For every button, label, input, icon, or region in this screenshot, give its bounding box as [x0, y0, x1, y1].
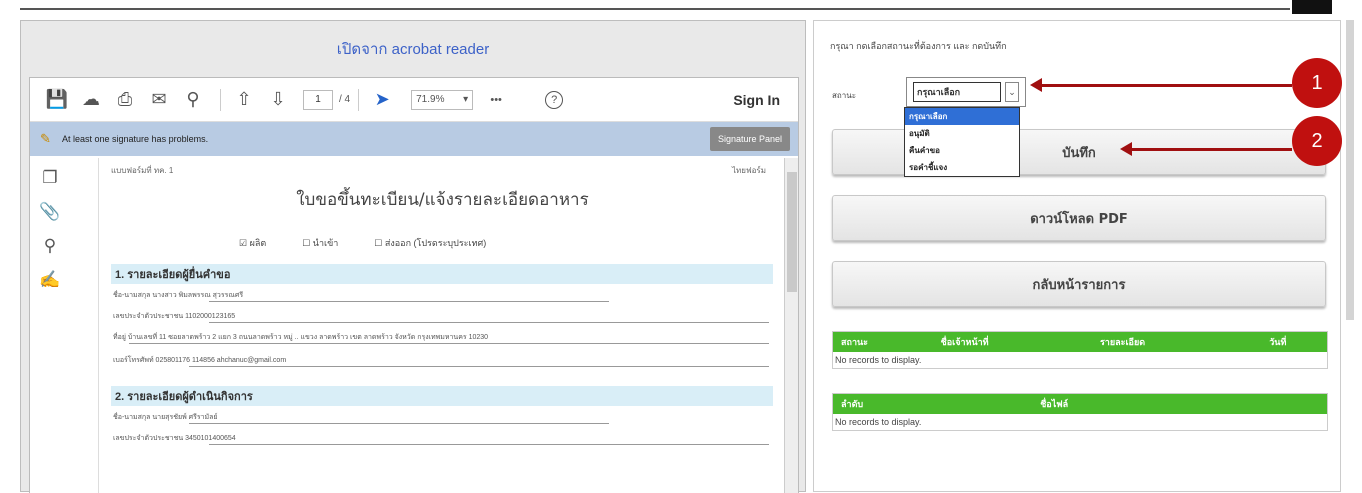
pdf-page: แบบฟอร์มที่ ทค. 1 ไทยฟอร์ม ใบขอขึ้นทะเบี… — [98, 158, 786, 493]
page-down-icon[interactable]: ⇩ — [263, 85, 293, 115]
cursor-icon[interactable]: ➤ — [367, 85, 397, 115]
check-export: ☐ ส่งออก (โปรดระบุประเทศ) — [374, 238, 487, 248]
status-option[interactable]: กรุณาเลือก — [905, 108, 1019, 125]
check-import: ☐ นำเข้า — [302, 238, 339, 248]
annotation-marker-1: 1 — [1292, 58, 1342, 108]
status-panel: กรุณา กดเลือกสถานะที่ต้องการ และ กดบันทึ… — [813, 20, 1341, 492]
download-pdf-button[interactable]: ดาวน์โหลด PDF — [832, 195, 1326, 241]
page-scrollbar[interactable] — [1346, 20, 1354, 320]
top-divider — [20, 8, 1290, 10]
doc-line: ที่อยู่ บ้านเลขที่ 11 ซอยลาดพร้าว 2 แยก … — [113, 334, 489, 341]
page-number-input[interactable]: 1 — [303, 89, 333, 110]
left-panel-title: เปิดจาก acrobat reader — [336, 41, 490, 58]
status-option[interactable]: คืนคำขอ — [905, 142, 1019, 159]
signature-warning-bar: ✎ At least one signature has problems. S… — [30, 122, 798, 156]
acrobat-toolbar: 💾 ☁ ⎙ ✉ ⚲ ⇧ ⇩ 1 / 4 ➤ 71.9% ▾ ••• ? Sign… — [30, 78, 798, 122]
mail-icon[interactable]: ✉ — [144, 85, 174, 115]
annotation-arrowhead-1 — [1030, 78, 1042, 92]
doc-underline — [209, 322, 769, 323]
pdf-scroll-thumb[interactable] — [787, 172, 797, 292]
signature-warning-icon: ✎ — [40, 131, 51, 146]
history-grid-empty: No records to display. — [835, 355, 922, 365]
files-grid: ลำดับ ชื่อไฟล์ No records to display. — [832, 393, 1328, 431]
instruction-text: กรุณา กดเลือกสถานะที่ต้องการ และ กดบันทึ… — [830, 41, 1007, 51]
signature-panel-button[interactable]: Signature Panel — [709, 127, 790, 151]
acrobat-viewer: 💾 ☁ ⎙ ✉ ⚲ ⇧ ⇩ 1 / 4 ➤ 71.9% ▾ ••• ? Sign… — [29, 77, 799, 493]
doc-underline — [129, 343, 769, 344]
grid-col-no[interactable]: ลำดับ — [833, 397, 1032, 411]
corner-block — [1292, 0, 1332, 14]
grid-col-officer[interactable]: ชื่อเจ้าหน้าที่ — [933, 335, 1092, 349]
pdf-scrollbar[interactable] — [784, 158, 798, 493]
sign-in-link[interactable]: Sign In — [733, 92, 780, 108]
annotation-marker-2: 2 — [1292, 116, 1342, 166]
help-icon[interactable]: ? — [545, 90, 564, 109]
sign-icon[interactable]: ✍ — [36, 266, 64, 294]
grid-col-status[interactable]: สถานะ — [833, 335, 933, 349]
acrobat-screenshot-panel: เปิดจาก acrobat reader 💾 ☁ ⎙ ✉ ⚲ ⇧ ⇩ 1 /… — [20, 20, 806, 493]
status-select[interactable]: กรุณาเลือก ⌄ — [906, 77, 1026, 107]
files-grid-empty: No records to display. — [835, 417, 922, 427]
check-produce: ☑ ผลิต — [239, 238, 267, 248]
toolbar-divider — [358, 88, 360, 111]
grid-col-date[interactable]: วันที่ — [1261, 335, 1327, 349]
acrobat-side-tools: ❐ 📎 ⚲ ✍ — [30, 158, 70, 294]
page-total: / 4 — [339, 94, 351, 105]
annotation-arrowhead-2 — [1120, 142, 1132, 156]
zoom-value: 71.9% — [416, 94, 445, 105]
search-icon[interactable]: ⚲ — [36, 232, 64, 260]
section-operator: 2. รายละเอียดผู้ดำเนินกิจการ — [111, 386, 773, 406]
doc-line: ชื่อ-นามสกุล นายสุรชัยพ์ ศรีรามัลย์ — [113, 414, 218, 421]
status-dropdown: กรุณาเลือก อนุมัติ คืนคำขอ รอคำชี้แจง — [904, 107, 1020, 177]
page-up-icon[interactable]: ⇧ — [229, 85, 259, 115]
doc-underline — [209, 301, 609, 302]
doc-underline — [189, 366, 769, 367]
annotation-arrow-2 — [1130, 148, 1292, 151]
form-number: แบบฟอร์มที่ ทค. 1 — [111, 166, 174, 175]
chevron-down-icon: ▾ — [463, 94, 469, 105]
grid-col-filename[interactable]: ชื่อไฟล์ — [1032, 397, 1327, 411]
status-select-value[interactable]: กรุณาเลือก — [913, 82, 1001, 102]
more-icon[interactable]: ••• — [481, 85, 511, 115]
save-icon[interactable]: 💾 — [42, 85, 72, 115]
back-to-list-button[interactable]: กลับหน้ารายการ — [832, 261, 1326, 307]
attachment-icon[interactable]: 📎 — [36, 198, 64, 226]
doc-line: เลขประจำตัวประชาชน 3450101400654 — [113, 435, 236, 442]
search-icon[interactable]: ⚲ — [178, 85, 208, 115]
annotation-arrow-1 — [1040, 84, 1292, 87]
status-label: สถานะ — [832, 91, 856, 100]
doc-line: เลขประจำตัวประชาชน 1102000123165 — [113, 313, 236, 320]
section-applicant: 1. รายละเอียดผู้ยื่นคำขอ — [111, 264, 773, 284]
files-grid-header: ลำดับ ชื่อไฟล์ — [833, 394, 1327, 414]
chevron-down-icon[interactable]: ⌄ — [1005, 82, 1019, 102]
history-grid: สถานะ ชื่อเจ้าหน้าที่ รายละเอียด วันที่ … — [832, 331, 1328, 369]
doc-underline — [209, 444, 769, 445]
pages-icon[interactable]: ❐ — [36, 164, 64, 192]
doc-underline — [189, 423, 609, 424]
toolbar-divider — [220, 88, 221, 111]
zoom-select[interactable]: 71.9% ▾ — [411, 89, 474, 110]
doc-line: ชื่อ-นามสกุล นางสาว พิมลพรรณ สุวรรณศรี — [113, 292, 244, 299]
signature-warning-text: At least one signature has problems. — [62, 134, 209, 144]
upload-cloud-icon[interactable]: ☁ — [76, 85, 106, 115]
print-icon[interactable]: ⎙ — [110, 85, 140, 115]
document-title: ใบขอขึ้นทะเบียน/แจ้งรายละเอียดอาหาร — [296, 190, 589, 210]
history-grid-header: สถานะ ชื่อเจ้าหน้าที่ รายละเอียด วันที่ — [833, 332, 1327, 352]
status-option[interactable]: รอคำชี้แจง — [905, 159, 1019, 176]
form-code: ไทยฟอร์ม — [731, 166, 766, 175]
doc-line: เบอร์โทรศัพท์ 025801176 114856 ahchanuc@… — [113, 357, 287, 364]
document-type-checks: ☑ ผลิต ☐ นำเข้า ☐ ส่งออก (โปรดระบุประเทศ… — [239, 236, 486, 250]
grid-col-detail[interactable]: รายละเอียด — [1092, 335, 1261, 349]
status-option[interactable]: อนุมัติ — [905, 125, 1019, 142]
